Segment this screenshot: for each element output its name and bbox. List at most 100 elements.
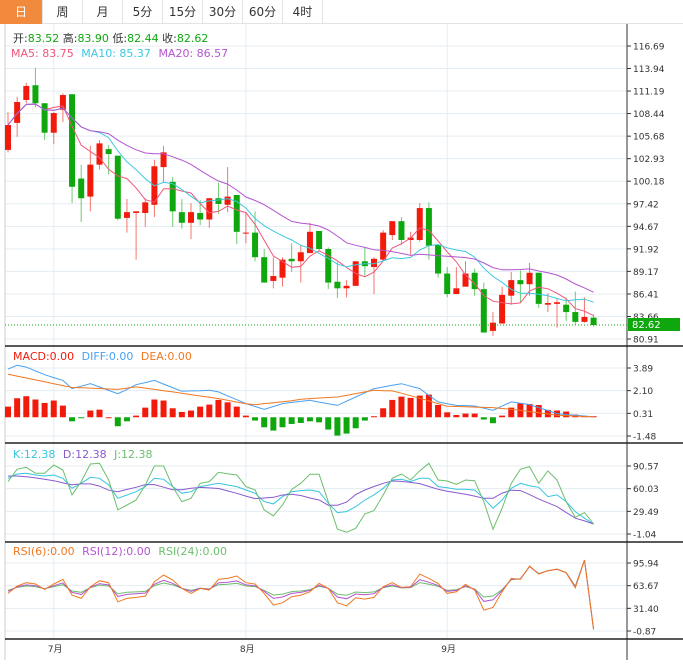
macd-bar (444, 412, 451, 418)
candle-body (581, 316, 588, 322)
macd-bar (306, 417, 313, 422)
candle (23, 82, 30, 104)
candle-body (32, 85, 39, 104)
candle (535, 272, 542, 308)
candle (32, 68, 39, 108)
open-label: 开: (13, 32, 28, 45)
y-tick-label: 63.67 (633, 582, 659, 592)
candle-body (380, 232, 387, 260)
macd-legend-dea: DEA:0.00 (141, 350, 192, 363)
y-tick-label: 102.93 (633, 155, 665, 165)
candle-body (114, 155, 121, 219)
candle-body (316, 230, 323, 250)
macd-bar (407, 397, 414, 418)
candle (160, 145, 167, 182)
candle-body (297, 252, 304, 262)
ma-legend: MA5: 83.75 MA10: 85.37 MA20: 86.57 (11, 47, 228, 60)
y-tick-label: -0.87 (633, 628, 656, 638)
candle (142, 198, 149, 227)
candle-body (215, 198, 222, 204)
macd-bar (123, 417, 130, 422)
ma10-legend: MA10: 85.37 (81, 47, 151, 60)
chart-frame (4, 24, 683, 660)
kdj-legend-j: J:12.38 (113, 448, 152, 461)
candle-body (242, 232, 249, 234)
candle (581, 297, 588, 323)
y-tick-label: 0.31 (633, 410, 653, 420)
candle (215, 182, 222, 214)
candle (554, 298, 560, 328)
rsi-legend-6: RSI(6):0.00 (13, 545, 75, 558)
candle-body (252, 232, 259, 258)
kdj-panel (7, 462, 594, 533)
candle-body (59, 95, 66, 110)
candle-body (270, 276, 277, 281)
candle (69, 94, 76, 204)
macd-bar (297, 417, 304, 423)
stock-chart[interactable]: 116.69 113.94 111.19 108.44 105.68 102.93 100.… (0, 0, 683, 669)
macd-bar (334, 417, 341, 436)
y-tick-label: 3.89 (633, 365, 653, 375)
y-tick-label: 108.44 (633, 110, 665, 120)
macd-bar (279, 417, 286, 428)
macd-bar (96, 409, 103, 418)
high-label: 高: (63, 31, 78, 45)
candle (499, 286, 506, 324)
candle-body (334, 281, 341, 289)
macd-bar (242, 415, 249, 418)
candle (5, 112, 11, 153)
candle-body (169, 181, 176, 212)
candle (380, 230, 387, 262)
macd-bar (380, 408, 387, 418)
macd-bar (169, 408, 176, 418)
candle-body (453, 288, 460, 295)
y-tick-label: 105.68 (633, 133, 665, 143)
close-label: 收: (162, 31, 177, 45)
candle (316, 230, 323, 251)
candle (224, 167, 231, 213)
candle-body (398, 221, 405, 240)
y-tick-label: -1.48 (633, 433, 657, 443)
candle-body (526, 272, 533, 285)
rsi-panel (7, 559, 595, 630)
macd-bar (23, 396, 30, 418)
macd-bar (526, 403, 533, 418)
macd-bar (343, 417, 350, 434)
macd-bar (361, 417, 368, 421)
macd-bar (105, 417, 112, 419)
candle (325, 247, 332, 290)
candle-body (142, 202, 149, 213)
candle-body (50, 113, 57, 133)
candle (169, 176, 176, 227)
dea-line (7, 373, 594, 418)
candle-body (87, 164, 94, 197)
macd-bar (160, 400, 167, 418)
y-tick-label: 60.03 (633, 485, 659, 495)
kdj-legend-d: D:12.38 (63, 448, 107, 461)
candle (435, 244, 442, 278)
macd-bar (325, 417, 332, 430)
candle-body (23, 86, 30, 100)
macd-bar (59, 405, 66, 418)
candle (233, 194, 240, 245)
candle (361, 247, 368, 277)
macd-bar (398, 396, 405, 418)
x-tick-label: 7月 (48, 644, 63, 655)
y-tick-label: 111.19 (633, 88, 665, 98)
y-tick-label: 95.94 (633, 560, 659, 570)
macd-bar (389, 399, 396, 418)
candle-body (261, 257, 268, 283)
ma20-legend: MA20: 86.57 (158, 47, 228, 60)
candle-body (389, 221, 396, 236)
candle (416, 203, 423, 242)
macd-bar (371, 416, 377, 418)
candle (105, 145, 112, 175)
ohlc-legend: 开:83.52 高:83.90 低:82.44 收:82.62 (13, 31, 208, 45)
candle (489, 312, 496, 336)
macd-bar (499, 415, 506, 418)
macd-bar (197, 406, 204, 418)
macd-bar (425, 394, 432, 418)
candle (398, 217, 405, 245)
candle-body (444, 273, 451, 295)
y-tick-label: 2.10 (633, 387, 653, 397)
